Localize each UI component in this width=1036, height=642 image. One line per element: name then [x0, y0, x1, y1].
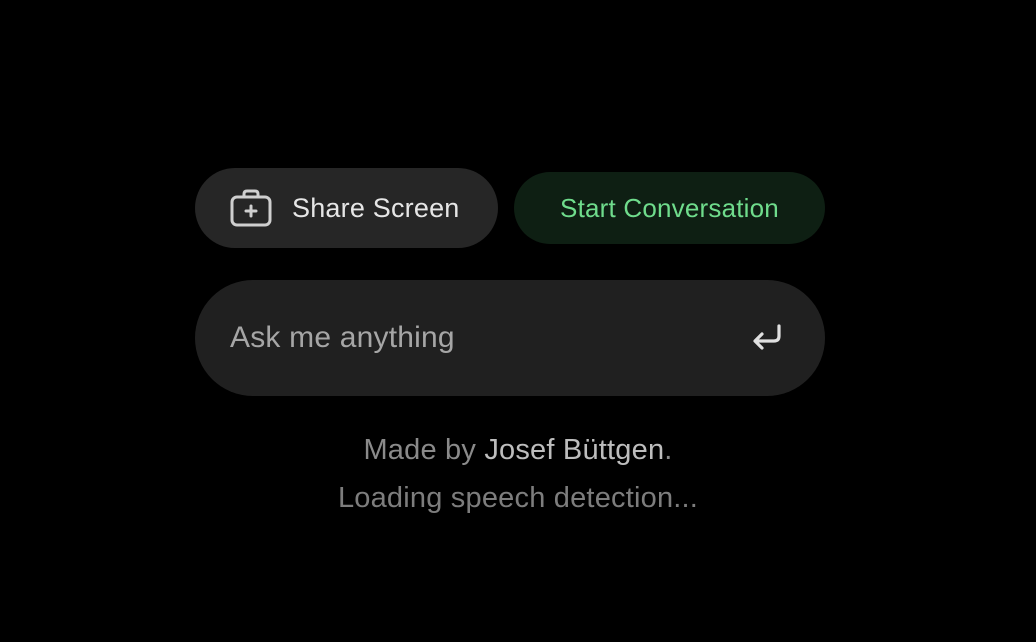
author-link[interactable]: Josef Büttgen	[484, 434, 664, 466]
share-screen-button[interactable]: Share Screen	[195, 168, 498, 248]
ask-input[interactable]	[230, 308, 747, 368]
start-conversation-label: Start Conversation	[560, 192, 779, 223]
enter-return-icon[interactable]	[747, 318, 787, 358]
share-screen-label: Share Screen	[292, 192, 460, 223]
briefcase-plus-icon	[229, 188, 273, 228]
start-conversation-button[interactable]: Start Conversation	[514, 172, 825, 244]
made-by-suffix: .	[664, 434, 673, 466]
status-text: Loading speech detection...	[337, 482, 699, 514]
ask-input-container	[195, 280, 825, 396]
credits-line: Made by Josef Büttgen.	[0, 434, 1036, 467]
app-stage: Share Screen Start Conversation Made by …	[0, 0, 1036, 642]
made-by-prefix: Made by	[363, 434, 485, 466]
